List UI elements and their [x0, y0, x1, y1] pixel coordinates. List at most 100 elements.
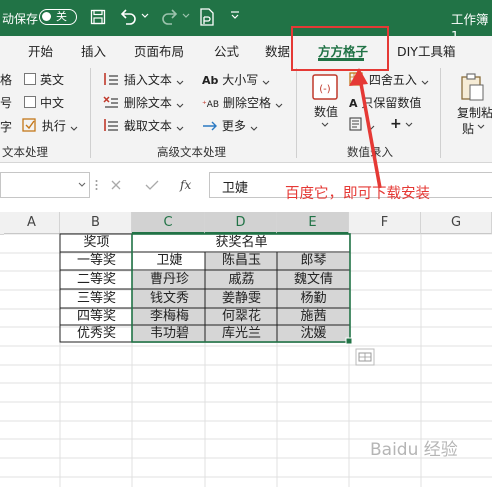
- table-cell: 戚荔: [228, 272, 255, 287]
- chevron-down-icon: [176, 103, 184, 108]
- table-cell: 施茜: [300, 309, 327, 324]
- copy-paste-label-1: 复制粘: [457, 106, 492, 120]
- table-cell: 李梅梅: [149, 309, 189, 324]
- extract-text-icon: [104, 119, 118, 131]
- delete-spaces-button[interactable]: ⁺AB 删除空格: [202, 94, 283, 111]
- spaces-icon: ⁺AB: [202, 100, 220, 110]
- autosave-toggle[interactable]: 关: [39, 9, 77, 25]
- tab-home[interactable]: 开始: [28, 41, 53, 60]
- column-header-c[interactable]: C: [132, 212, 205, 234]
- english-checkbox[interactable]: 英文: [24, 71, 64, 88]
- table-cell-award: 四等奖: [76, 309, 116, 324]
- delete-text-icon: [103, 96, 118, 108]
- insert-text-label: 插入文本: [123, 73, 172, 87]
- document-icon[interactable]: [199, 8, 215, 26]
- fx-button[interactable]: fx: [180, 178, 191, 192]
- table-cell-award: 优秀奖: [76, 326, 116, 341]
- chevron-down-icon[interactable]: [321, 122, 329, 128]
- chevron-down-icon: [250, 126, 258, 131]
- delete-spaces-label: 删除空格: [222, 96, 271, 110]
- column-header-d[interactable]: D: [205, 212, 277, 234]
- change-case-label: 大小写: [222, 73, 259, 87]
- group-label-text-processing: 文本处理: [2, 145, 48, 159]
- group-separator: [296, 68, 297, 158]
- table-cell: 陈昌玉: [221, 253, 261, 268]
- tab-diy-toolbox[interactable]: DIY工具箱: [397, 41, 455, 60]
- fragment-1: 格: [0, 73, 13, 87]
- quick-analysis-icon[interactable]: [355, 348, 375, 366]
- fragment-2: 号: [0, 96, 13, 110]
- group-separator: [440, 68, 441, 158]
- more-button[interactable]: 更多: [202, 117, 258, 134]
- name-box-dropdown-icon[interactable]: [78, 182, 86, 188]
- extract-text-label: 截取文本: [123, 119, 172, 133]
- column-header-b[interactable]: B: [60, 212, 132, 234]
- chinese-label: 中文: [40, 96, 65, 110]
- table-cell: 钱文秀: [149, 291, 189, 306]
- name-box[interactable]: [0, 172, 90, 198]
- execute-label: 执行: [41, 119, 66, 133]
- execute-icon: [22, 118, 36, 132]
- chevron-down-icon[interactable]: [405, 122, 413, 128]
- extract-text-button[interactable]: 截取文本: [102, 117, 184, 134]
- undo-dropdown-icon[interactable]: [141, 13, 149, 19]
- resize-handle-icon[interactable]: [95, 178, 98, 192]
- column-header-g[interactable]: G: [421, 212, 492, 234]
- cancel-icon[interactable]: [110, 179, 122, 191]
- insert-text-icon: [104, 73, 118, 85]
- column-header-f[interactable]: F: [349, 212, 421, 234]
- chinese-checkbox[interactable]: 中文: [24, 94, 64, 111]
- watermark: Baidu 经验: [370, 440, 458, 460]
- tab-data[interactable]: 数据: [265, 41, 290, 60]
- annotation-arrow-icon: [349, 68, 382, 189]
- copy-paste-label-2: 贴: [462, 122, 475, 136]
- tab-formulas[interactable]: 公式: [214, 41, 239, 60]
- fragment-3: 字: [0, 120, 13, 134]
- svg-text:(-): (-): [319, 84, 331, 95]
- group-separator: [90, 68, 91, 158]
- chevron-down-icon: [262, 80, 270, 85]
- table-header-award: 奖项: [83, 235, 110, 250]
- undo-icon[interactable]: [118, 8, 138, 26]
- table-cell: 卫婕: [156, 253, 183, 268]
- chevron-down-icon[interactable]: [477, 124, 485, 130]
- table-cell: 何翠花: [221, 309, 261, 324]
- table-cell: 杨勤: [300, 291, 327, 306]
- change-case-button[interactable]: Ab 大小写: [202, 71, 270, 88]
- table-cell: 魏文倩: [293, 272, 333, 287]
- chevron-down-icon: [421, 80, 429, 85]
- table-cell: 姜静雯: [221, 291, 261, 306]
- copy-paste-button[interactable]: [459, 72, 485, 106]
- column-header-a[interactable]: A: [4, 212, 60, 234]
- arrow-right-icon: [203, 121, 217, 131]
- table-cell-award: 三等奖: [76, 291, 116, 306]
- delete-text-label: 删除文本: [123, 96, 172, 110]
- toggle-knob: [42, 12, 51, 21]
- title-bar: 动保存 关 工作簿1: [0, 0, 492, 43]
- insert-text-button[interactable]: 插入文本: [102, 71, 184, 88]
- more-label: 更多: [221, 119, 246, 133]
- table-cell: 沈媛: [300, 326, 327, 341]
- chevron-down-icon: [176, 126, 184, 131]
- table-cell: 库光兰: [221, 326, 261, 341]
- delete-text-button[interactable]: 删除文本: [102, 94, 184, 111]
- english-label: 英文: [40, 73, 65, 87]
- chevron-down-icon: [176, 80, 184, 85]
- tab-page-layout[interactable]: 页面布局: [134, 41, 184, 60]
- group-label-advanced-text: 高级文本处理: [157, 145, 226, 159]
- table-cell-award: 二等奖: [76, 272, 116, 287]
- column-header-e[interactable]: E: [277, 212, 349, 234]
- table-cell-award: 一等奖: [76, 253, 116, 268]
- confirm-icon[interactable]: [145, 179, 159, 191]
- clipboard-icon: [461, 73, 484, 101]
- redo-icon[interactable]: [160, 8, 180, 26]
- tab-insert[interactable]: 插入: [81, 41, 106, 60]
- redo-dropdown-icon[interactable]: [182, 13, 190, 19]
- execute-button[interactable]: 执行: [22, 117, 78, 134]
- table-cell: 曹丹珍: [149, 272, 189, 287]
- table-cell: 郎琴: [300, 253, 327, 268]
- save-icon[interactable]: [90, 9, 106, 25]
- chevron-down-icon: [70, 126, 78, 131]
- customize-toolbar-icon[interactable]: [230, 10, 240, 20]
- case-icon: Ab: [202, 74, 219, 87]
